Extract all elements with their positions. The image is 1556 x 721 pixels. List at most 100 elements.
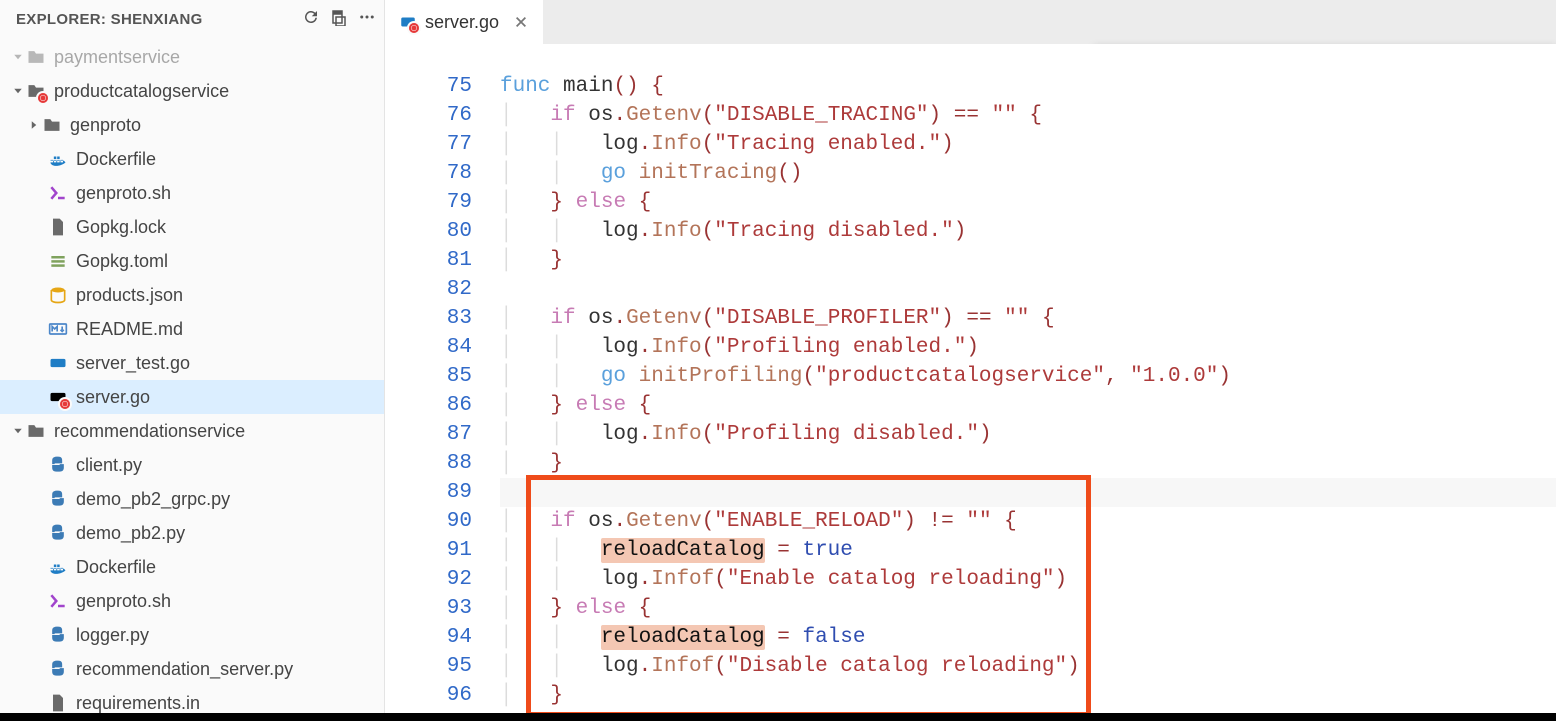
code-line[interactable]: │ │ go initTracing() xyxy=(500,159,1556,188)
tree-file[interactable]: logger.py xyxy=(0,618,384,652)
line-number: 93 xyxy=(385,594,472,623)
code-line[interactable]: │ } xyxy=(500,246,1556,275)
line-number: 77 xyxy=(385,130,472,159)
code-line[interactable]: │ if os.Getenv("DISABLE_PROFILER") == ""… xyxy=(500,304,1556,333)
py-icon xyxy=(48,489,68,509)
code-line[interactable]: │ │ log.Info("Tracing disabled.") xyxy=(500,217,1556,246)
tree-item-label: requirements.in xyxy=(76,693,200,714)
docker-icon xyxy=(48,149,68,169)
chevron-down-icon[interactable] xyxy=(10,49,26,65)
search-highlight: reloadCatalog xyxy=(601,538,765,563)
tree-file[interactable]: server_test.go xyxy=(0,346,384,380)
code-line[interactable]: │ } xyxy=(500,681,1556,710)
line-number: 83 xyxy=(385,304,472,333)
line-number: 81 xyxy=(385,246,472,275)
tree-item-label: genproto xyxy=(70,115,141,136)
tree-file[interactable]: Dockerfile xyxy=(0,550,384,584)
file-icon xyxy=(48,217,68,237)
explorer-title: EXPLORER: SHENXIANG xyxy=(16,11,302,28)
tree-item-label: paymentservice xyxy=(54,47,180,68)
explorer-sidebar: EXPLORER: SHENXIANG paymentservice produc… xyxy=(0,0,385,721)
code-line[interactable]: │ │ log.Info("Profiling enabled.") xyxy=(500,333,1556,362)
md-icon xyxy=(48,319,68,339)
code-line[interactable]: │ │ reloadCatalog = true xyxy=(500,536,1556,565)
go-err-icon xyxy=(48,387,68,407)
tree-file[interactable]: products.json xyxy=(0,278,384,312)
line-number: 96 xyxy=(385,681,472,710)
tree-item-label: productcatalogservice xyxy=(54,81,229,102)
code-line[interactable]: │ } xyxy=(500,449,1556,478)
tree-file[interactable]: Gopkg.toml xyxy=(0,244,384,278)
code-line[interactable]: │ │ log.Infof("Enable catalog reloading"… xyxy=(500,565,1556,594)
tab-bar: server.go xyxy=(385,0,1556,44)
line-number: 85 xyxy=(385,362,472,391)
tree-file[interactable]: server.go xyxy=(0,380,384,414)
tree-item-label: demo_pb2.py xyxy=(76,523,185,544)
line-number: 76 xyxy=(385,101,472,130)
line-number: 78 xyxy=(385,159,472,188)
tree-item-label: Dockerfile xyxy=(76,149,156,170)
code-line[interactable]: │ } else { xyxy=(500,391,1556,420)
folder-err-icon xyxy=(26,81,46,101)
tree-file[interactable]: Gopkg.lock xyxy=(0,210,384,244)
code-line[interactable]: │ │ log.Info("Profiling disabled.") xyxy=(500,420,1556,449)
tab-server-go[interactable]: server.go xyxy=(385,0,543,44)
tree-folder[interactable]: paymentservice xyxy=(0,40,384,74)
code-line[interactable]: │ } else { xyxy=(500,188,1556,217)
tree-file[interactable]: genproto.sh xyxy=(0,176,384,210)
code-line[interactable]: │ │ log.Infof("Disable catalog reloading… xyxy=(500,652,1556,681)
line-number: 90 xyxy=(385,507,472,536)
line-number: 79 xyxy=(385,188,472,217)
tree-folder[interactable]: recommendationservice xyxy=(0,414,384,448)
refresh-icon[interactable] xyxy=(302,8,320,30)
tree-item-label: demo_pb2_grpc.py xyxy=(76,489,230,510)
line-number: 75 xyxy=(385,72,472,101)
line-number: 95 xyxy=(385,652,472,681)
code-line[interactable]: │ │ reloadCatalog = false xyxy=(500,623,1556,652)
more-icon[interactable] xyxy=(358,8,376,30)
code-content[interactable]: func main() {│ if os.Getenv("DISABLE_TRA… xyxy=(500,44,1556,721)
code-line[interactable]: │ │ log.Info("Tracing enabled.") xyxy=(500,130,1556,159)
line-number: 80 xyxy=(385,217,472,246)
collapse-all-icon[interactable] xyxy=(330,8,348,30)
tree-item-label: recommendation_server.py xyxy=(76,659,293,680)
folder-icon xyxy=(26,47,46,67)
tree-folder[interactable]: productcatalogservice xyxy=(0,74,384,108)
chevron-down-icon[interactable] xyxy=(10,423,26,439)
editor-area: server.go Aa Abl .* 2 of 4 7576777879808… xyxy=(385,0,1556,721)
tree-file[interactable]: README.md xyxy=(0,312,384,346)
chevron-right-icon[interactable] xyxy=(26,117,42,133)
py-icon xyxy=(48,659,68,679)
sh-icon xyxy=(48,591,68,611)
tree-file[interactable]: demo_pb2_grpc.py xyxy=(0,482,384,516)
tree-file[interactable]: recommendation_server.py xyxy=(0,652,384,686)
code-line[interactable] xyxy=(500,478,1556,507)
code-line[interactable]: │ } else { xyxy=(500,594,1556,623)
code-line[interactable]: func main() { xyxy=(500,72,1556,101)
tree-folder[interactable]: genproto xyxy=(0,108,384,142)
docker-icon xyxy=(48,557,68,577)
line-number: 94 xyxy=(385,623,472,652)
tree-file[interactable]: genproto.sh xyxy=(0,584,384,618)
explorer-header: EXPLORER: SHENXIANG xyxy=(0,0,384,38)
code-line[interactable] xyxy=(500,275,1556,304)
chevron-down-icon[interactable] xyxy=(10,83,26,99)
search-highlight: reloadCatalog xyxy=(601,625,765,650)
code-editor[interactable]: 7576777879808182838485868788899091929394… xyxy=(385,44,1556,721)
close-icon[interactable] xyxy=(513,14,529,30)
tree-item-label: Dockerfile xyxy=(76,557,156,578)
line-number: 82 xyxy=(385,275,472,304)
tree-item-label: recommendationservice xyxy=(54,421,245,442)
tree-file[interactable]: client.py xyxy=(0,448,384,482)
code-line[interactable]: │ if os.Getenv("ENABLE_RELOAD") != "" { xyxy=(500,507,1556,536)
tree-item-label: genproto.sh xyxy=(76,183,171,204)
line-number: 89 xyxy=(385,478,472,507)
toml-icon xyxy=(48,251,68,271)
go-icon xyxy=(48,353,68,373)
code-line[interactable]: │ │ go initProfiling("productcatalogserv… xyxy=(500,362,1556,391)
py-icon xyxy=(48,523,68,543)
tree-item-label: server.go xyxy=(76,387,150,408)
tree-file[interactable]: Dockerfile xyxy=(0,142,384,176)
tree-file[interactable]: demo_pb2.py xyxy=(0,516,384,550)
code-line[interactable]: │ if os.Getenv("DISABLE_TRACING") == "" … xyxy=(500,101,1556,130)
